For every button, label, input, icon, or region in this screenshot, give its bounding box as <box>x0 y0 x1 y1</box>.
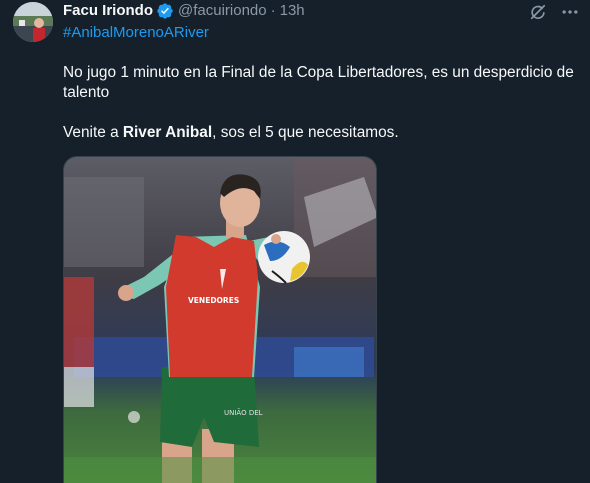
author-handle[interactable]: @facuiriondo <box>178 1 267 21</box>
hashtag-link[interactable]: #AnibalMorenoARiver <box>63 23 209 43</box>
tweet-text-line-1: No jugo 1 minuto en la Final de la Copa … <box>63 64 574 101</box>
tweet-text-line-2-suffix: , sos el 5 que necesitamos. <box>212 124 399 141</box>
tweet-media-photo[interactable]: UNIÃO DEL VENEDORES <box>63 156 377 483</box>
vest-text: VENEDORES <box>188 296 239 305</box>
more-options-icon[interactable] <box>558 0 582 24</box>
tweet-text-line-2-bold: River Anibal <box>122 124 213 141</box>
tweet-text-line-2-prefix: Venite a <box>63 124 123 141</box>
tweet-timestamp[interactable]: 13h <box>280 1 305 21</box>
verified-badge-icon <box>156 2 174 20</box>
shorts-text: UNIÃO DEL <box>224 408 263 417</box>
tweet[interactable]: Facu Iriondo @facuiriondo · 13h #AnibalM <box>0 0 590 483</box>
tweet-top-actions <box>526 0 582 24</box>
separator-dot: · <box>270 2 276 19</box>
tweet-header: Facu Iriondo @facuiriondo · 13h <box>63 1 305 21</box>
author-display-name[interactable]: Facu Iriondo <box>63 1 153 21</box>
grok-icon[interactable] <box>526 0 550 24</box>
avatar-image <box>13 2 53 42</box>
tweet-text-line-2: Venite a River Anibal, sos el 5 que nece… <box>63 123 583 143</box>
soccer-player-photo: UNIÃO DEL VENEDORES <box>64 157 376 483</box>
tweet-text: No jugo 1 minuto en la Final de la Copa … <box>63 63 583 143</box>
avatar[interactable] <box>13 2 53 42</box>
